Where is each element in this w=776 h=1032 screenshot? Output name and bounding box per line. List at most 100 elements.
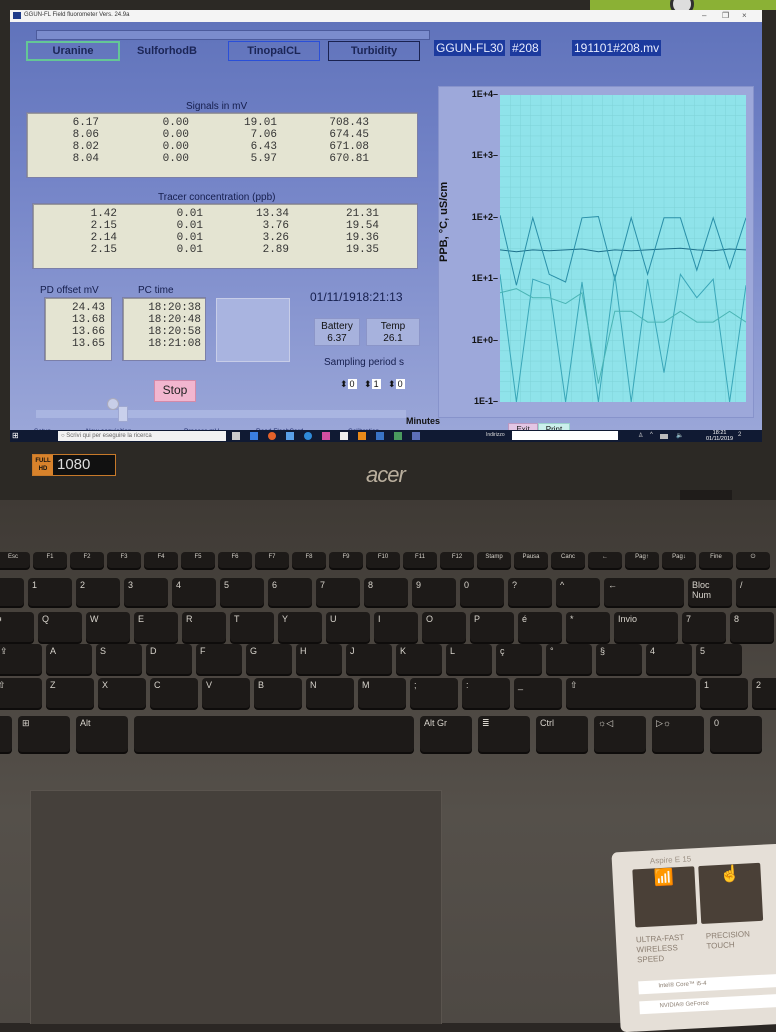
key[interactable]: J xyxy=(346,644,392,674)
key[interactable]: Z xyxy=(46,678,94,708)
key[interactable]: U xyxy=(326,612,370,642)
key[interactable]: Stamp xyxy=(477,552,511,568)
key[interactable]: * xyxy=(566,612,610,642)
key[interactable]: ← xyxy=(588,552,622,568)
key[interactable]: 0 xyxy=(710,716,762,752)
key[interactable]: F3 xyxy=(107,552,141,568)
key[interactable]: : xyxy=(462,678,510,708)
key[interactable]: S xyxy=(96,644,142,674)
key[interactable]: O xyxy=(422,612,466,642)
key[interactable]: ? xyxy=(508,578,552,606)
key[interactable]: 2 xyxy=(752,678,776,708)
key[interactable]: T xyxy=(230,612,274,642)
app-icon-1[interactable] xyxy=(250,432,258,440)
app-icon-3[interactable] xyxy=(376,432,384,440)
key[interactable]: 3 xyxy=(124,578,168,606)
key[interactable]: 5 xyxy=(220,578,264,606)
pc-time-list[interactable]: 18:20:38 18:20:48 18:20:58 18:21:08 xyxy=(122,297,206,361)
key[interactable]: Esc xyxy=(0,552,30,568)
key[interactable]: L xyxy=(446,644,492,674)
key[interactable]: 7 xyxy=(316,578,360,606)
pd-offset-list[interactable]: 24.43 13.68 13.66 13.65 xyxy=(44,297,112,361)
key[interactable]: E xyxy=(134,612,178,642)
battery-tray-icon[interactable] xyxy=(660,434,668,439)
key[interactable]: ; xyxy=(410,678,458,708)
key[interactable]: Pag↓ xyxy=(662,552,696,568)
key[interactable]: Alt xyxy=(76,716,128,752)
key[interactable]: W xyxy=(86,612,130,642)
key[interactable]: 2 xyxy=(76,578,120,606)
key[interactable]: _ xyxy=(514,678,562,708)
paint-icon[interactable] xyxy=(322,432,330,440)
key[interactable]: F8 xyxy=(292,552,326,568)
key[interactable]: é xyxy=(518,612,562,642)
volume-icon[interactable]: 🔈 xyxy=(676,432,684,440)
key[interactable]: A xyxy=(46,644,92,674)
key[interactable]: N xyxy=(306,678,354,708)
key[interactable]: 1 xyxy=(28,578,72,606)
key[interactable]: C xyxy=(150,678,198,708)
touchpad[interactable] xyxy=(30,790,442,1024)
key[interactable]: V xyxy=(202,678,250,708)
key[interactable]: § xyxy=(596,644,642,674)
key[interactable]: K xyxy=(396,644,442,674)
fluorometer-taskbar-icon[interactable] xyxy=(412,432,420,440)
key[interactable]: P xyxy=(470,612,514,642)
key[interactable]: Y xyxy=(278,612,322,642)
tab-sulforhodb[interactable]: SulforhodB xyxy=(122,41,212,61)
key[interactable]: F1 xyxy=(33,552,67,568)
key[interactable]: Pausa xyxy=(514,552,548,568)
key[interactable]: \ xyxy=(0,578,24,606)
signals-list[interactable]: 6.17 0.00 19.01 708.43 8.06 0.00 7.06 674.45 8.0… xyxy=(26,112,418,178)
key[interactable]: ≣ xyxy=(478,716,530,752)
key[interactable]: X xyxy=(98,678,146,708)
restore-button[interactable]: ❐ xyxy=(722,11,729,20)
key[interactable]: F5 xyxy=(181,552,215,568)
sampling-spinner-1[interactable]: ⬍ 0 xyxy=(340,379,357,390)
key[interactable]: / xyxy=(736,578,776,606)
close-button[interactable]: × xyxy=(742,11,747,20)
key[interactable]: F xyxy=(196,644,242,674)
key[interactable]: F2 xyxy=(70,552,104,568)
tab-tinopalcl[interactable]: TinopalCL xyxy=(228,41,320,61)
key-space[interactable] xyxy=(134,716,414,752)
key[interactable]: G xyxy=(246,644,292,674)
workflow-slider-track[interactable] xyxy=(36,410,406,418)
key[interactable]: 8 xyxy=(364,578,408,606)
key[interactable]: ⇪ xyxy=(0,644,42,674)
key[interactable]: ⊞ xyxy=(18,716,70,752)
key[interactable]: 9 xyxy=(412,578,456,606)
key[interactable]: M xyxy=(358,678,406,708)
key[interactable]: ⏻ xyxy=(736,552,770,568)
key[interactable]: D xyxy=(146,644,192,674)
key[interactable]: B xyxy=(254,678,302,708)
key[interactable]: ← xyxy=(604,578,684,606)
key[interactable]: Ctrl xyxy=(0,716,12,752)
key[interactable]: H xyxy=(296,644,342,674)
address-input[interactable] xyxy=(512,431,618,440)
minimize-button[interactable]: – xyxy=(702,11,706,20)
key[interactable]: Canc xyxy=(551,552,585,568)
key[interactable]: Bloc Num xyxy=(688,578,732,606)
key[interactable]: 4 xyxy=(172,578,216,606)
key[interactable]: Fine xyxy=(699,552,733,568)
key[interactable]: 6 xyxy=(268,578,312,606)
tab-turbidity[interactable]: Turbidity xyxy=(328,41,420,61)
key[interactable]: 5 xyxy=(696,644,742,674)
stop-button[interactable]: Stop xyxy=(154,380,196,402)
key[interactable]: ^ xyxy=(556,578,600,606)
app-icon-4[interactable] xyxy=(394,432,402,440)
app-icon-2[interactable] xyxy=(304,432,312,440)
notification-center-icon[interactable]: 2 xyxy=(738,432,746,440)
key[interactable]: F6 xyxy=(218,552,252,568)
task-view-icon[interactable] xyxy=(232,432,240,440)
windows-start-icon[interactable]: ⊞ xyxy=(12,431,22,441)
key[interactable]: R xyxy=(182,612,226,642)
key[interactable]: Pag↑ xyxy=(625,552,659,568)
key[interactable]: ° xyxy=(546,644,592,674)
key[interactable]: ⇧ xyxy=(566,678,696,708)
firefox-icon[interactable] xyxy=(268,432,276,440)
key[interactable]: 0 xyxy=(460,578,504,606)
key[interactable]: Ctrl xyxy=(536,716,588,752)
key[interactable]: Q xyxy=(38,612,82,642)
